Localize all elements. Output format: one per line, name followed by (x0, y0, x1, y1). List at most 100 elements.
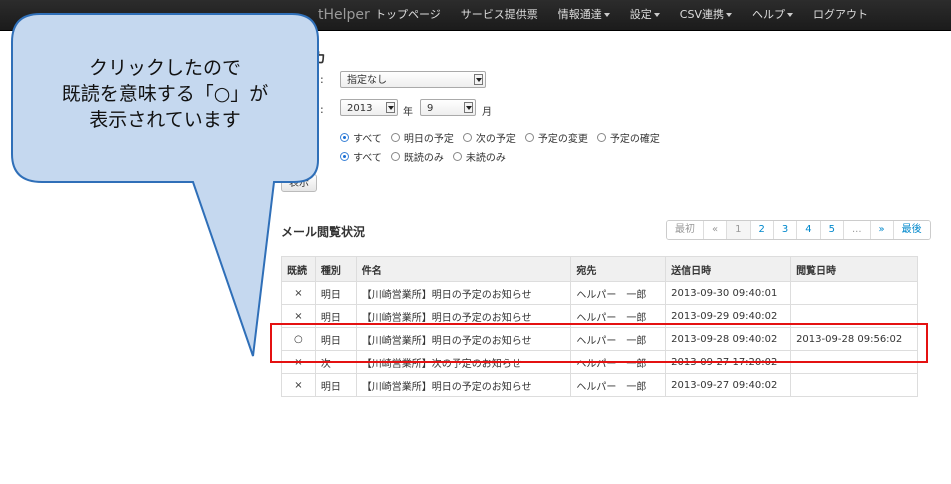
pagination-link[interactable]: 最後 (892, 221, 930, 239)
cell-subject: 【川崎営業所】次の予定のお知らせ (355, 350, 572, 374)
mail-status-title: メール閲覧状況 (281, 225, 366, 239)
cell-sent: 2013-09-29 09:40:02 (665, 304, 792, 328)
cell-sent: 2013-09-28 09:40:02 (665, 327, 792, 351)
cell-sent: 2013-09-30 09:40:01 (665, 281, 792, 305)
nav-item-label: ログアウト (812, 8, 868, 21)
month-unit: 月 (482, 107, 492, 118)
nav-item[interactable]: トップページ (365, 0, 451, 30)
radio-label: すべて (353, 153, 382, 164)
chevron-down-icon (386, 102, 395, 113)
pagination-link: ... (843, 221, 870, 239)
cell-type: 明日 (314, 281, 357, 305)
radio-button-icon[interactable] (596, 133, 606, 142)
read-status-radio-group: すべて 既読のみ 未読のみ (340, 149, 515, 164)
nav-item-label: トップページ (375, 8, 441, 21)
column-header: 既読 (281, 256, 316, 282)
radio-button-icon[interactable] (452, 152, 462, 161)
nav-item[interactable]: 情報通達 (548, 0, 620, 30)
table-row[interactable]: × 次【川崎営業所】次の予定のお知らせ ヘルパー 一郎 2013-09-27 17:2… (281, 350, 918, 374)
form-label-colon: : (320, 103, 324, 116)
table-row[interactable]: × 明日 【川崎営業所】明日の予定のお知らせ ヘルパー 一郎 2013-09-30 09… (281, 281, 918, 305)
brand-logo[interactable]: tHelper (318, 7, 370, 23)
radio-option[interactable]: 未読のみ (452, 149, 506, 164)
radio-option[interactable]: すべて (340, 149, 382, 164)
radio-label: 予定の変更 (537, 134, 588, 145)
chevron-down-icon (786, 13, 793, 17)
radio-button-icon[interactable] (524, 133, 534, 142)
nav-item[interactable]: ログアウト (803, 0, 878, 30)
cell-sent: 2013-09-27 17:20:02 (665, 350, 792, 374)
radio-label: 明日の予定 (403, 134, 454, 145)
radio-label: 予定の確定 (609, 134, 660, 145)
form-label-colon: : (320, 73, 324, 86)
radio-label: 既読のみ (403, 153, 444, 164)
pagination-link[interactable]: 3 (772, 221, 797, 239)
cell-read: × (281, 373, 316, 397)
callout-line: 表示されています (89, 109, 241, 131)
cell-sent: 2013-09-27 09:40:02 (665, 373, 792, 397)
target-select-value: 指定なし (347, 75, 387, 86)
radio-button-icon[interactable] (340, 133, 349, 142)
nav-item-label: 設定 (629, 8, 652, 21)
cell-subject: 【川崎営業所】明日の予定のお知らせ (355, 327, 572, 351)
main-nav: トップページ サービス提供票 情報通達 設定 CSV連携 ヘルプ ログアウト (365, 0, 878, 30)
table-row[interactable]: × 明日 【川崎営業所】明日の予定のお知らせ ヘルパー 一郎 2013-09-29 09… (281, 304, 918, 328)
radio-label: すべて (353, 134, 382, 145)
table-header-row: 既読 種別 件名 宛先 送信日時 閲覧日時 (281, 256, 918, 282)
cell-read: × (281, 350, 316, 374)
nav-item-label: ヘルプ (751, 8, 785, 21)
nav-item-label: 情報通達 (557, 8, 602, 21)
chevron-down-icon (653, 13, 660, 17)
cell-to: ヘルパー 一郎 (570, 304, 667, 328)
table-row[interactable]: ○ 明日 【川崎営業所】明日の予定のお知らせ ヘルパー 一郎 2013-09-28 09… (281, 327, 918, 351)
pagination-link[interactable]: 5 (819, 221, 843, 239)
callout-line: クリックしたので (88, 57, 241, 79)
radio-button-icon[interactable] (390, 152, 400, 161)
pagination-link[interactable]: 2 (749, 221, 773, 239)
pagination-link[interactable]: 1 (726, 221, 750, 239)
cell-to: ヘルパー 一郎 (570, 350, 667, 374)
pagination-link[interactable]: 4 (796, 221, 820, 239)
column-header: 送信日時 (665, 256, 792, 282)
radio-label: 未読のみ (465, 153, 506, 164)
pagination: 最初 «1 2 3 4 5...» 最後 (666, 220, 931, 240)
column-header: 閲覧日時 (790, 256, 918, 282)
target-select[interactable]: 指定なし (340, 71, 486, 88)
month-select[interactable]: 9 (420, 99, 476, 116)
nav-item[interactable]: 設定 (620, 0, 670, 30)
nav-item[interactable]: ヘルプ (742, 0, 803, 30)
cell-viewed (790, 281, 918, 305)
cell-viewed (790, 373, 918, 397)
callout-line: 既読を意味する「○」が (61, 83, 269, 105)
radio-option[interactable]: 次の予定 (462, 130, 516, 145)
pagination-link[interactable]: » (869, 221, 893, 239)
cell-read: × (281, 304, 316, 328)
chevron-down-icon (464, 102, 473, 113)
mail-type-radio-group: すべて 明日の予定 次の予定 予定の変更 予定の確定 (340, 130, 669, 145)
chevron-down-icon (725, 13, 732, 17)
radio-option[interactable]: 予定の確定 (596, 130, 660, 145)
column-header: 種別 (314, 256, 357, 282)
cell-to: ヘルパー 一郎 (570, 327, 667, 351)
pagination-link: 最初 (667, 221, 703, 239)
top-navbar: tHelper トップページ サービス提供票 情報通達 設定 CSV連携 ヘルプ ログアウト (0, 0, 951, 31)
table-row[interactable]: × 明日 【川崎営業所】明日の予定のお知らせ ヘルパー 一郎 2013-09-27 09… (281, 373, 918, 397)
cell-type: 明日 (314, 373, 357, 397)
callout-text: クリックしたので 既読を意味する「○」が 表示されています (20, 55, 310, 133)
radio-button-icon[interactable] (390, 133, 400, 142)
radio-option[interactable]: 予定の変更 (524, 130, 588, 145)
radio-option[interactable]: 明日の予定 (390, 130, 454, 145)
cell-viewed: 2013-09-28 09:56:02 (790, 327, 918, 351)
nav-item[interactable]: CSV連携 (670, 0, 742, 30)
cell-type: 明日 (314, 327, 357, 351)
pagination-link: « (703, 221, 727, 239)
year-select[interactable]: 2013 (340, 99, 398, 116)
show-button[interactable]: 表示 (281, 174, 317, 192)
radio-option[interactable]: すべて (340, 130, 382, 145)
radio-button-icon[interactable] (340, 152, 349, 161)
radio-button-icon[interactable] (462, 133, 472, 142)
nav-item[interactable]: サービス提供票 (451, 0, 548, 30)
cell-read: ○ (281, 327, 316, 351)
radio-option[interactable]: 既読のみ (390, 149, 444, 164)
cell-viewed (790, 350, 918, 374)
